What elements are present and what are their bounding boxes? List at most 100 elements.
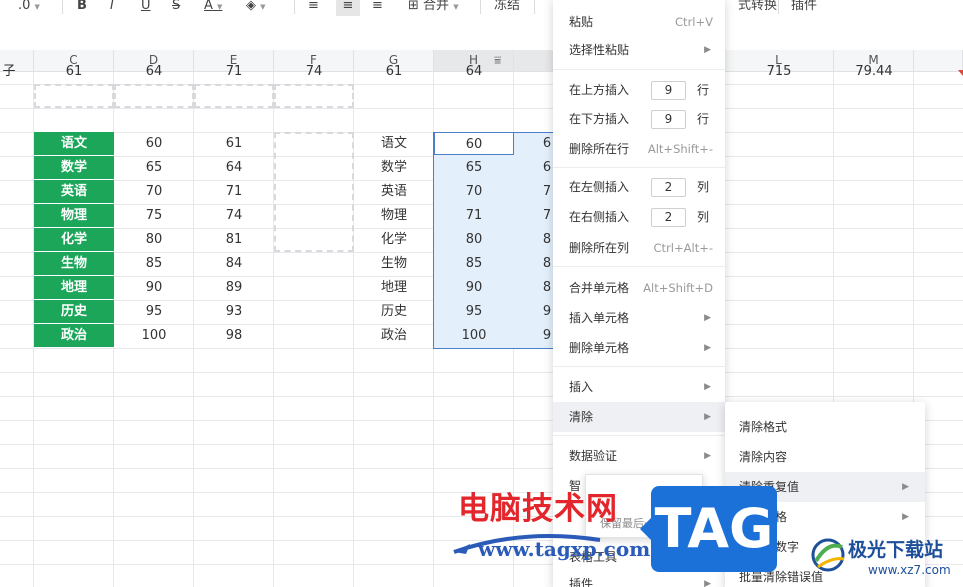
underline-button[interactable]: U	[141, 0, 151, 16]
font-size-select[interactable]: .0 ▼	[18, 0, 40, 16]
score-cell-e[interactable]: 84	[194, 252, 274, 275]
score-cell-h[interactable]: 65	[434, 156, 514, 179]
submenu-item-clear-format[interactable]: 清除格式	[725, 412, 925, 442]
score-cell-e[interactable]: 64	[194, 156, 274, 179]
menu-item-insert-right[interactable]: 在右侧插入 2 列	[553, 203, 725, 231]
subject-cell-g[interactable]: 化学	[354, 228, 434, 251]
cell-top-g[interactable]: 61	[354, 60, 434, 83]
score-cell-e[interactable]: 93	[194, 300, 274, 323]
cell-top-l[interactable]: 715	[724, 60, 834, 83]
menu-item-delete-col[interactable]: 删除所在列 Ctrl+Alt+-	[553, 234, 725, 262]
insert-right-count-input[interactable]: 2	[651, 208, 686, 227]
column-header-n-partial[interactable]	[914, 50, 963, 72]
subject-cell[interactable]: 化学	[34, 228, 114, 251]
score-cell-i[interactable]: 8	[540, 276, 554, 299]
subject-cell[interactable]: 地理	[34, 276, 114, 299]
subject-cell[interactable]: 语文	[34, 132, 114, 155]
cell-top-c[interactable]: 61	[34, 60, 114, 83]
score-cell-i[interactable]: 7	[540, 180, 554, 203]
subject-cell[interactable]: 英语	[34, 180, 114, 203]
score-cell-h[interactable]: 70	[434, 180, 514, 203]
score-cell-e[interactable]: 98	[194, 324, 274, 347]
score-cell-d[interactable]: 65	[114, 156, 194, 179]
cell-top-d[interactable]: 64	[114, 60, 194, 83]
menu-item-merge-cells[interactable]: 合并单元格 Alt+Shift+D	[553, 274, 725, 302]
score-cell-d[interactable]: 85	[114, 252, 194, 275]
score-cell-h[interactable]: 80	[434, 228, 514, 251]
score-cell-i[interactable]: 6	[540, 156, 554, 179]
score-cell-i[interactable]: 6	[540, 132, 554, 155]
align-center-button[interactable]: ≡	[336, 0, 360, 16]
subject-cell-g[interactable]: 政治	[354, 324, 434, 347]
subject-cell-g[interactable]: 物理	[354, 204, 434, 227]
menu-item-delete-cells[interactable]: 删除单元格 ▶	[553, 334, 725, 362]
menu-item-insert-left[interactable]: 在左侧插入 2 列	[553, 173, 725, 201]
score-cell-d[interactable]: 100	[114, 324, 194, 347]
subject-cell[interactable]: 政治	[34, 324, 114, 347]
merge-button[interactable]: ⊞ 合并 ▼	[408, 0, 459, 16]
align-right-button[interactable]: ≡	[372, 0, 383, 16]
score-cell-d[interactable]: 70	[114, 180, 194, 203]
score-cell-e[interactable]: 74	[194, 204, 274, 227]
insert-below-count-input[interactable]: 9	[651, 110, 686, 129]
submenu-item-label: 清除内容	[739, 450, 788, 464]
subject-cell-g[interactable]: 英语	[354, 180, 434, 203]
score-cell-i[interactable]: 7	[540, 204, 554, 227]
menu-item-insert-cells[interactable]: 插入单元格 ▶	[553, 304, 725, 332]
menu-item-paste[interactable]: 粘贴 Ctrl+V	[553, 8, 725, 36]
menu-item-delete-row[interactable]: 删除所在行 Alt+Shift+-	[553, 135, 725, 163]
submenu-item-clear-content[interactable]: 清除内容	[725, 442, 925, 472]
score-cell-e[interactable]: 71	[194, 180, 274, 203]
score-cell-h[interactable]: 71	[434, 204, 514, 227]
menu-item-paste-special[interactable]: 选择性粘贴 ▶	[553, 36, 725, 64]
fill-color-button[interactable]: ◈ ▼	[246, 0, 266, 16]
strikethrough-button[interactable]: S	[172, 0, 180, 16]
cell-top-e[interactable]: 71	[194, 60, 274, 83]
menu-item-insert-below[interactable]: 在下方插入 9 行	[553, 105, 725, 133]
menu-item-insert-above[interactable]: 在上方插入 9 行	[553, 76, 725, 104]
cell-top-b[interactable]: 子	[0, 60, 18, 83]
subject-cell-g[interactable]: 数学	[354, 156, 434, 179]
score-cell-h[interactable]: 95	[434, 300, 514, 323]
cell-top-f[interactable]: 74	[274, 60, 354, 83]
score-cell-e[interactable]: 81	[194, 228, 274, 251]
score-cell-i[interactable]: 8	[540, 228, 554, 251]
subject-cell[interactable]: 数学	[34, 156, 114, 179]
cell-top-m[interactable]: 79.44	[834, 60, 914, 83]
subject-cell[interactable]: 历史	[34, 300, 114, 323]
score-cell-d[interactable]: 60	[114, 132, 194, 155]
subject-cell-g[interactable]: 生物	[354, 252, 434, 275]
score-cell-d[interactable]: 90	[114, 276, 194, 299]
score-cell-i[interactable]: 9	[540, 300, 554, 323]
freeze-button[interactable]: 冻结	[494, 0, 520, 16]
italic-button[interactable]: I	[110, 0, 114, 16]
menu-item-insert[interactable]: 插入 ▶	[553, 373, 725, 401]
score-cell-d[interactable]: 95	[114, 300, 194, 323]
subject-cell-g[interactable]: 历史	[354, 300, 434, 323]
plugin-button[interactable]: 插件	[791, 0, 817, 16]
format-convert-button[interactable]: 式转换	[738, 0, 777, 16]
subject-cell-g[interactable]: 语文	[354, 132, 434, 155]
score-cell-i[interactable]: 9	[540, 324, 554, 347]
score-cell-i[interactable]: 8	[540, 252, 554, 275]
menu-item-data-validation[interactable]: 数据验证 ▶	[553, 442, 725, 470]
score-cell-h[interactable]: 100	[434, 324, 514, 347]
score-cell-d[interactable]: 75	[114, 204, 194, 227]
score-cell-e[interactable]: 61	[194, 132, 274, 155]
score-cell-e[interactable]: 89	[194, 276, 274, 299]
active-cell[interactable]: 60	[434, 132, 514, 155]
subject-cell[interactable]: 物理	[34, 204, 114, 227]
cell-top-h[interactable]: 64	[434, 60, 514, 83]
bold-button[interactable]: B	[77, 0, 87, 16]
score-cell-d[interactable]: 80	[114, 228, 194, 251]
font-color-button[interactable]: A ▼	[204, 0, 222, 16]
align-left-button[interactable]: ≡	[308, 0, 319, 16]
score-cell-h[interactable]: 90	[434, 276, 514, 299]
insert-left-count-input[interactable]: 2	[651, 178, 686, 197]
menu-item-plugin[interactable]: 插件 ▶	[553, 570, 725, 587]
subject-cell-g[interactable]: 地理	[354, 276, 434, 299]
menu-item-clear[interactable]: 清除 ▶	[553, 402, 725, 432]
subject-cell[interactable]: 生物	[34, 252, 114, 275]
insert-above-count-input[interactable]: 9	[651, 81, 686, 100]
score-cell-h[interactable]: 85	[434, 252, 514, 275]
